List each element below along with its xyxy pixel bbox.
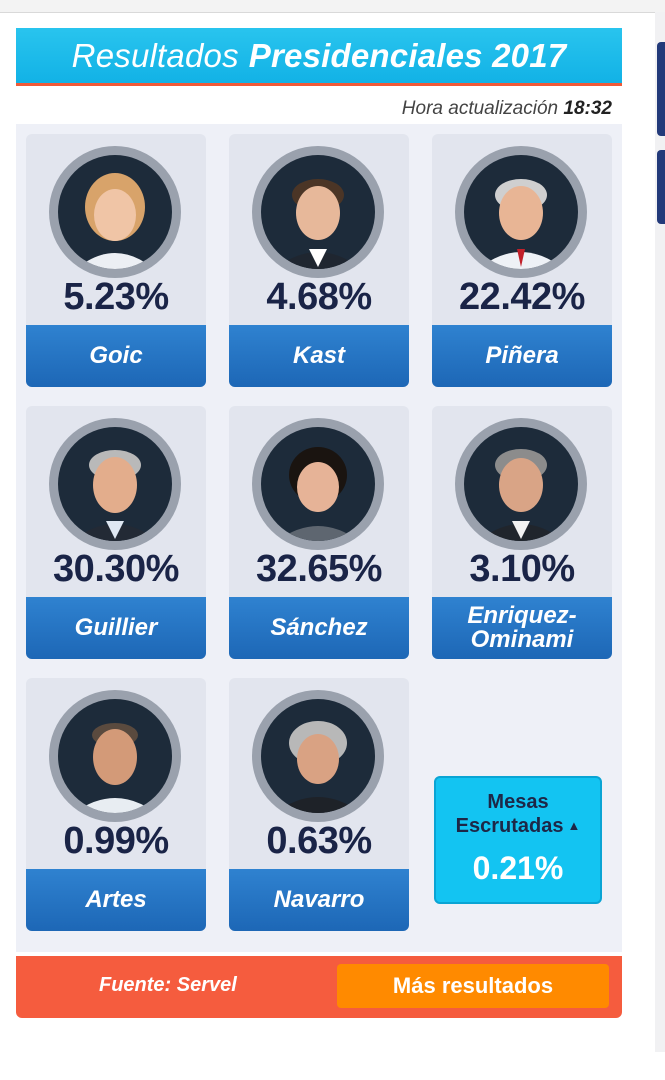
candidates-grid: 5.23% Goic 4.68% Kast 22.42% Piñera 30.3…	[16, 124, 622, 954]
candidate-photo	[252, 146, 384, 278]
person-portrait-icon	[478, 449, 564, 541]
candidate-percentage: 4.68%	[266, 276, 372, 318]
candidate-percentage: 22.42%	[459, 276, 585, 318]
side-tab[interactable]	[657, 42, 665, 136]
header-title-bold: Presidenciales 2017	[248, 36, 567, 74]
candidate-name: Piñera	[432, 325, 612, 387]
candidate-name: Guillier	[26, 597, 206, 659]
candidate-photo	[49, 690, 181, 822]
mesas-label-line2: Escrutadas ▲	[455, 815, 581, 837]
candidate-percentage: 3.10%	[469, 548, 575, 590]
person-portrait-icon	[275, 179, 361, 269]
update-label: Hora actualización	[401, 98, 559, 119]
widget-footer: Fuente: Servel Más resultados	[16, 952, 622, 1018]
side-tab[interactable]	[657, 150, 665, 224]
candidate-name: Enriquez-Ominami	[432, 597, 612, 659]
candidate-name: Goic	[26, 325, 206, 387]
candidate-photo	[252, 418, 384, 550]
candidate-photo	[455, 146, 587, 278]
candidate-card[interactable]: 4.68% Kast	[229, 134, 409, 387]
candidate-percentage: 0.99%	[63, 820, 169, 862]
candidate-photo	[49, 146, 181, 278]
person-portrait-icon	[76, 173, 154, 269]
candidate-percentage: 5.23%	[63, 276, 169, 318]
person-portrait-icon	[275, 721, 361, 813]
update-time-value: 18:32	[563, 98, 612, 119]
browser-top-bar	[0, 0, 665, 13]
candidate-name: Navarro	[229, 869, 409, 931]
candidate-card[interactable]: 5.23% Goic	[26, 134, 206, 387]
person-portrait-icon	[72, 450, 158, 541]
candidate-card[interactable]: 22.42% Piñera	[432, 134, 612, 387]
candidate-card[interactable]: 0.63% Navarro	[229, 678, 409, 931]
candidate-card[interactable]: 0.99% Artes	[26, 678, 206, 931]
candidate-card[interactable]: 3.10% Enriquez-Ominami	[432, 406, 612, 659]
candidate-name: Kast	[229, 325, 409, 387]
mesas-value: 0.21%	[472, 850, 564, 886]
person-portrait-icon	[74, 723, 156, 813]
widget-header: Resultados Presidenciales 2017	[16, 28, 622, 86]
candidate-name: Sánchez	[229, 597, 409, 659]
person-portrait-icon	[277, 447, 359, 541]
candidate-percentage: 0.63%	[266, 820, 372, 862]
header-title: Resultados	[71, 36, 239, 74]
candidate-card[interactable]: 30.30% Guillier	[26, 406, 206, 659]
results-widget: Resultados Presidenciales 2017 Hora actu…	[16, 28, 622, 1018]
mesas-label-line1: Mesas	[487, 791, 549, 813]
triangle-up-icon: ▲	[567, 818, 581, 833]
mesas-escrutadas-box[interactable]: Mesas Escrutadas ▲ 0.21%	[434, 776, 602, 904]
update-time: Hora actualización 18:32	[402, 98, 612, 120]
person-portrait-icon	[478, 179, 564, 269]
candidate-name: Artes	[26, 869, 206, 931]
candidate-photo	[252, 690, 384, 822]
candidate-photo	[455, 418, 587, 550]
candidate-percentage: 32.65%	[256, 548, 382, 590]
candidate-card[interactable]: 32.65% Sánchez	[229, 406, 409, 659]
candidate-photo	[49, 418, 181, 550]
mesas-label: Mesas Escrutadas ▲	[436, 790, 600, 838]
candidate-percentage: 30.30%	[53, 548, 179, 590]
more-results-button[interactable]: Más resultados	[337, 964, 609, 1008]
source-text: Fuente: Servel	[99, 974, 237, 996]
